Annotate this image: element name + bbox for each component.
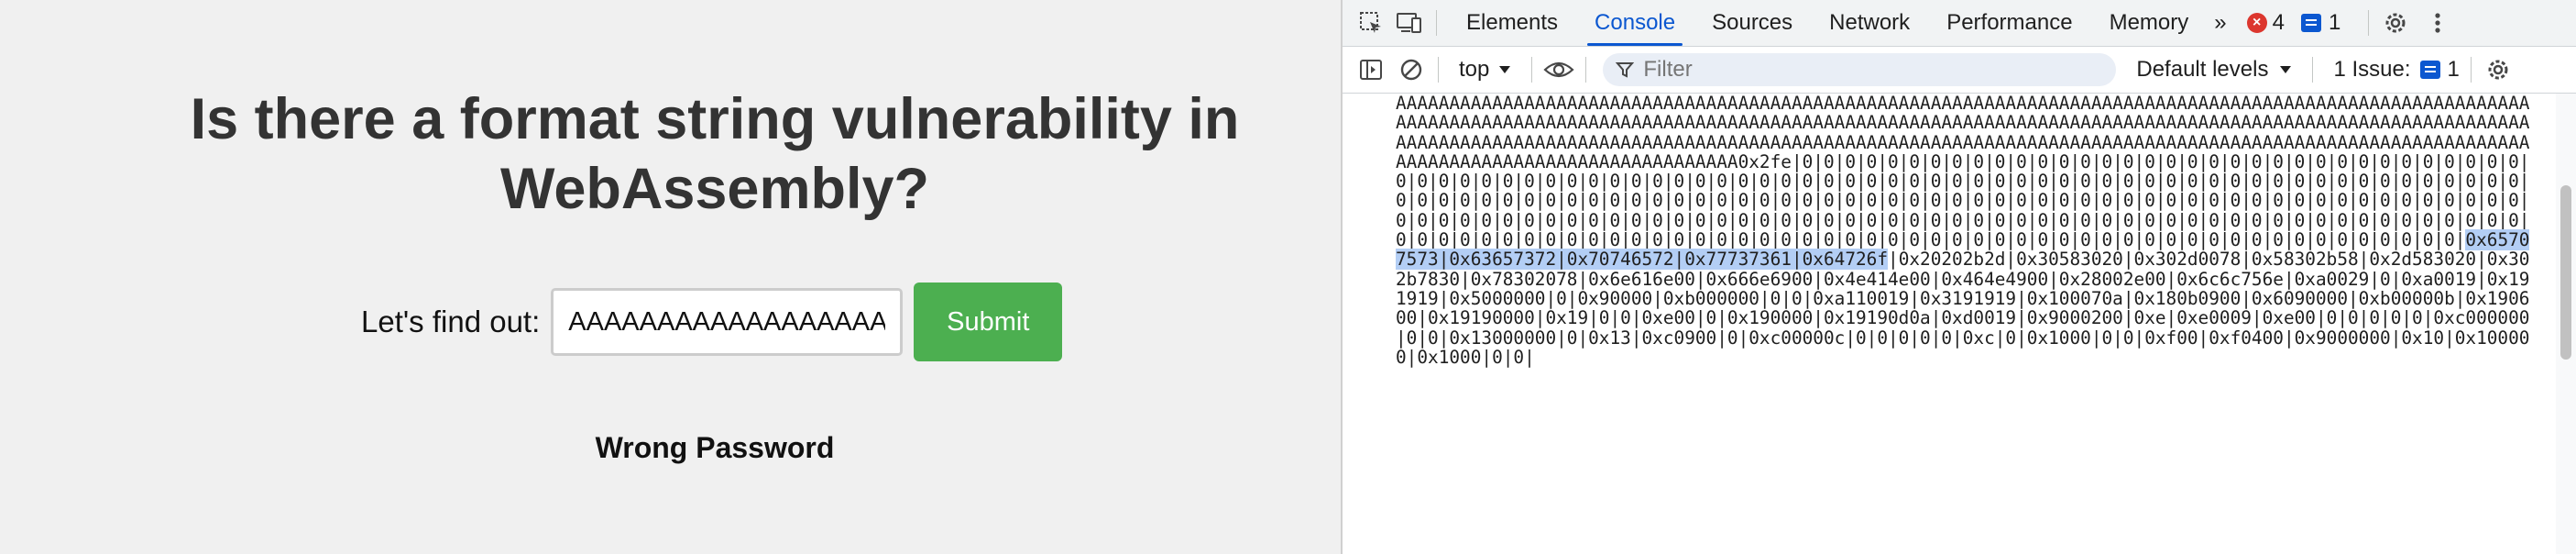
error-count-badge[interactable]: × 4	[2246, 10, 2285, 36]
clear-console-icon[interactable]	[1396, 54, 1427, 85]
more-options-icon[interactable]	[2422, 7, 2453, 39]
page-title: Is there a format string vulnerability i…	[190, 87, 1240, 221]
password-form: Let's find out: Submit	[361, 283, 1063, 361]
tab-performance[interactable]: Performance	[1928, 0, 2090, 46]
error-count: 4	[2272, 10, 2285, 35]
filter-field[interactable]	[1603, 53, 2117, 86]
context-value: top	[1459, 57, 1490, 82]
chevron-down-icon	[2279, 65, 2292, 74]
console-text: AAAAAAAAAAAAAAAAAAAAAAAAAAAAAAAAAAAAAAAA…	[1396, 94, 2530, 251]
filter-icon	[1616, 61, 1635, 79]
issue-icon	[2419, 61, 2440, 79]
toolbar-divider	[2312, 57, 2314, 83]
toolbar-divider	[1438, 57, 1439, 83]
tab-memory[interactable]: Memory	[2091, 0, 2208, 46]
tab-console[interactable]: Console	[1576, 0, 1694, 46]
message-count-badge[interactable]: 1	[2300, 10, 2341, 36]
password-input[interactable]	[551, 288, 904, 356]
more-tabs-icon[interactable]: »	[2207, 0, 2233, 46]
console-settings-gear-icon[interactable]	[2483, 54, 2514, 85]
chevron-down-icon	[1498, 65, 1511, 74]
console-toolbar: top Default levels	[1343, 47, 2576, 94]
devtools-tabbar: Elements Console Sources Network Perform…	[1343, 0, 2576, 47]
submit-button[interactable]: Submit	[914, 283, 1063, 361]
toolbar-divider	[1531, 57, 1533, 83]
message-count: 1	[2328, 10, 2341, 35]
result-message: Wrong Password	[595, 431, 835, 464]
screen: Is there a format string vulnerability i…	[0, 0, 2576, 554]
toolbar-divider	[1436, 10, 1437, 36]
log-levels-dropdown[interactable]: Default levels	[2136, 57, 2292, 83]
form-label: Let's find out:	[361, 305, 541, 338]
message-icon	[2300, 14, 2321, 32]
toolbar-divider	[1585, 57, 1587, 83]
scrollbar-thumb[interactable]	[2560, 185, 2571, 360]
console-log-message: AAAAAAAAAAAAAAAAAAAAAAAAAAAAAAAAAAAAAAAA…	[1396, 94, 2532, 367]
gear-icon[interactable]	[2380, 7, 2411, 39]
sidebar-toggle-icon[interactable]	[1355, 54, 1387, 85]
eye-icon[interactable]	[1543, 54, 1574, 85]
toolbar-divider	[2368, 10, 2370, 36]
inspect-element-icon[interactable]	[1355, 7, 1387, 39]
issues-label: 1 Issue:	[2333, 57, 2411, 82]
log-levels-value: Default levels	[2136, 57, 2269, 82]
issues-count: 1	[2447, 57, 2460, 82]
web-page: Is there a format string vulnerability i…	[0, 0, 1341, 554]
device-toolbar-icon[interactable]	[1394, 7, 1425, 39]
tab-sources[interactable]: Sources	[1694, 0, 1811, 46]
tab-elements[interactable]: Elements	[1448, 0, 1576, 46]
error-icon: ×	[2246, 13, 2267, 33]
context-selector[interactable]: top	[1450, 57, 1520, 83]
filter-input[interactable]	[1641, 56, 2086, 83]
console-scrollbar[interactable]	[2556, 94, 2576, 554]
devtools-panel: Elements Console Sources Network Perform…	[1341, 0, 2576, 554]
console-output[interactable]: AAAAAAAAAAAAAAAAAAAAAAAAAAAAAAAAAAAAAAAA…	[1343, 94, 2576, 554]
toolbar-divider	[2470, 57, 2472, 83]
issues-counter[interactable]: 1 Issue: 1	[2333, 57, 2459, 83]
tab-network[interactable]: Network	[1811, 0, 1928, 46]
